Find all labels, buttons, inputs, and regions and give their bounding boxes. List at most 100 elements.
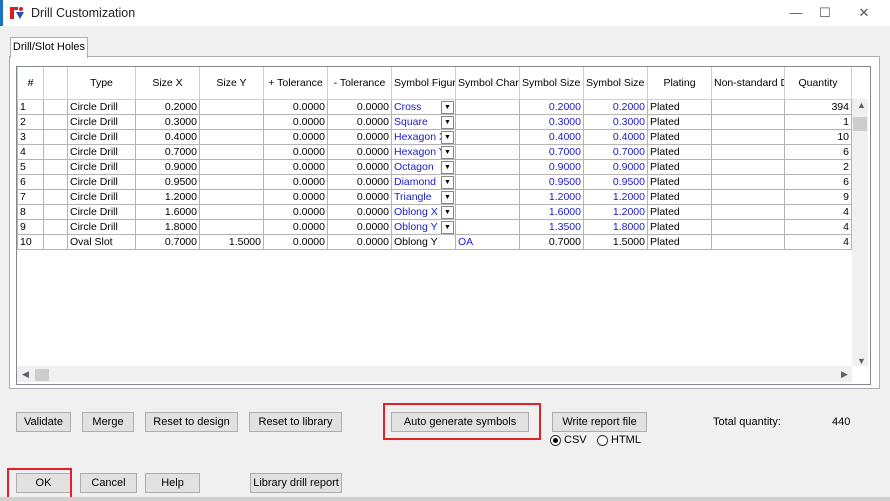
- col-select-cell[interactable]: [43, 99, 68, 115]
- col-symbol-figure-header[interactable]: Symbol Figure: [391, 67, 456, 100]
- dropdown-arrow-icon[interactable]: ▼: [441, 146, 454, 159]
- col-index-cell[interactable]: 8: [17, 204, 44, 220]
- col-size-y-cell[interactable]: [199, 219, 264, 235]
- col-select-cell[interactable]: [43, 219, 68, 235]
- col-plating-cell[interactable]: Plated: [647, 189, 712, 205]
- col-plus-tol-cell[interactable]: 0.0000: [263, 129, 328, 145]
- col-select-cell[interactable]: [43, 129, 68, 145]
- col-quantity-cell[interactable]: 2: [784, 159, 852, 175]
- col-quantity-cell[interactable]: 10: [784, 129, 852, 145]
- col-minus-tol-cell[interactable]: 0.0000: [327, 174, 392, 190]
- col-index-cell[interactable]: 1: [17, 99, 44, 115]
- col-index-cell[interactable]: 9: [17, 219, 44, 235]
- col-size-y-cell[interactable]: [199, 99, 264, 115]
- col-type-cell[interactable]: Circle Drill: [67, 174, 136, 190]
- col-plating-cell[interactable]: Plated: [647, 174, 712, 190]
- col-size-y-cell[interactable]: 1.5000: [199, 234, 264, 250]
- cancel-button[interactable]: Cancel: [80, 473, 137, 493]
- col-size-x-cell[interactable]: 0.7000: [135, 234, 200, 250]
- help-button[interactable]: Help: [145, 473, 200, 493]
- col-index-cell[interactable]: 10: [17, 234, 44, 250]
- col-symbol-figure-cell[interactable]: Octagon ▼: [391, 159, 456, 175]
- col-size-x-cell[interactable]: 0.3000: [135, 114, 200, 130]
- col-plus-tol-cell[interactable]: 0.0000: [263, 114, 328, 130]
- col-nonstandard-cell[interactable]: [711, 99, 785, 115]
- horizontal-scroll-thumb[interactable]: [35, 369, 49, 381]
- col-select-cell[interactable]: [43, 174, 68, 190]
- dropdown-arrow-icon[interactable]: ▼: [441, 161, 454, 174]
- col-plating-cell[interactable]: Plated: [647, 234, 712, 250]
- col-index-cell[interactable]: 2: [17, 114, 44, 130]
- col-quantity-header[interactable]: Quantity: [784, 67, 852, 100]
- col-symbol-size-y-cell[interactable]: 0.4000: [583, 129, 648, 145]
- col-plus-tol-cell[interactable]: 0.0000: [263, 174, 328, 190]
- col-symbol-chars-cell[interactable]: OA: [455, 234, 520, 250]
- col-type-cell[interactable]: Circle Drill: [67, 219, 136, 235]
- col-symbol-chars-cell[interactable]: [455, 144, 520, 160]
- table-row[interactable]: 6 Circle Drill 0.9500 0.0000 0.0000 Diamond ▼ 0…: [17, 174, 852, 190]
- col-symbol-figure-cell[interactable]: Oblong Y ▼: [391, 219, 456, 235]
- col-plating-cell[interactable]: Plated: [647, 99, 712, 115]
- col-index-header[interactable]: #: [17, 67, 44, 100]
- col-symbol-size-x-cell[interactable]: 0.7000: [519, 234, 584, 250]
- col-size-y-cell[interactable]: [199, 129, 264, 145]
- scroll-up-icon[interactable]: ▲: [857, 100, 866, 110]
- col-plating-cell[interactable]: Plated: [647, 129, 712, 145]
- col-nonstandard-cell[interactable]: [711, 189, 785, 205]
- col-plus-tol-cell[interactable]: 0.0000: [263, 234, 328, 250]
- col-size-y-cell[interactable]: [199, 174, 264, 190]
- col-minus-tol-cell[interactable]: 0.0000: [327, 219, 392, 235]
- col-size-y-cell[interactable]: [199, 159, 264, 175]
- col-quantity-cell[interactable]: 6: [784, 174, 852, 190]
- col-index-cell[interactable]: 5: [17, 159, 44, 175]
- col-symbol-figure-cell[interactable]: Triangle ▼: [391, 189, 456, 205]
- col-size-x-cell[interactable]: 1.8000: [135, 219, 200, 235]
- col-quantity-cell[interactable]: 1: [784, 114, 852, 130]
- col-quantity-cell[interactable]: 4: [784, 204, 852, 220]
- col-select-cell[interactable]: [43, 204, 68, 220]
- html-radio[interactable]: [597, 435, 608, 446]
- col-select-cell[interactable]: [43, 159, 68, 175]
- col-symbol-chars-cell[interactable]: [455, 114, 520, 130]
- col-plus-tol-header[interactable]: + Tolerance: [263, 67, 328, 100]
- col-nonstandard-cell[interactable]: [711, 129, 785, 145]
- col-symbol-size-y-header[interactable]: Symbol Size Y: [583, 67, 648, 100]
- col-size-x-cell[interactable]: 0.7000: [135, 144, 200, 160]
- table-row[interactable]: 10 Oval Slot 0.7000 1.5000 0.0000 0.0000 Oblon…: [17, 234, 852, 250]
- col-select-cell[interactable]: [43, 189, 68, 205]
- col-symbol-size-x-cell[interactable]: 1.3500: [519, 219, 584, 235]
- col-symbol-size-x-cell[interactable]: 0.3000: [519, 114, 584, 130]
- col-size-x-cell[interactable]: 0.2000: [135, 99, 200, 115]
- horizontal-scrollbar[interactable]: [17, 366, 852, 382]
- col-symbol-size-y-cell[interactable]: 0.9000: [583, 159, 648, 175]
- col-symbol-size-x-cell[interactable]: 0.2000: [519, 99, 584, 115]
- col-size-x-cell[interactable]: 1.6000: [135, 204, 200, 220]
- table-row[interactable]: 4 Circle Drill 0.7000 0.0000 0.0000 Hexagon Y…: [17, 144, 852, 160]
- col-nonstandard-cell[interactable]: [711, 219, 785, 235]
- col-quantity-cell[interactable]: 4: [784, 219, 852, 235]
- vertical-scrollbar[interactable]: [852, 99, 868, 366]
- col-quantity-cell[interactable]: 4: [784, 234, 852, 250]
- col-symbol-size-x-cell[interactable]: 0.9000: [519, 159, 584, 175]
- dropdown-arrow-icon[interactable]: ▼: [441, 101, 454, 114]
- dropdown-arrow-icon[interactable]: ▼: [441, 176, 454, 189]
- col-size-y-cell[interactable]: [199, 189, 264, 205]
- col-plus-tol-cell[interactable]: 0.0000: [263, 189, 328, 205]
- col-nonstandard-header[interactable]: Non-standard Drill: [711, 67, 785, 100]
- col-minus-tol-cell[interactable]: 0.0000: [327, 189, 392, 205]
- write-report-file-button[interactable]: Write report file: [552, 412, 647, 432]
- col-select-cell[interactable]: [43, 234, 68, 250]
- col-plating-header[interactable]: Plating: [647, 67, 712, 100]
- col-symbol-chars-cell[interactable]: [455, 99, 520, 115]
- col-quantity-cell[interactable]: 394: [784, 99, 852, 115]
- col-symbol-size-y-cell[interactable]: 1.2000: [583, 204, 648, 220]
- reset-to-library-button[interactable]: Reset to library: [249, 412, 342, 432]
- scroll-down-icon[interactable]: ▼: [857, 356, 866, 366]
- col-symbol-figure-cell[interactable]: Diamond ▼: [391, 174, 456, 190]
- col-plus-tol-cell[interactable]: 0.0000: [263, 99, 328, 115]
- col-type-cell[interactable]: Oval Slot: [67, 234, 136, 250]
- col-nonstandard-cell[interactable]: [711, 159, 785, 175]
- col-index-cell[interactable]: 7: [17, 189, 44, 205]
- col-size-x-cell[interactable]: 1.2000: [135, 189, 200, 205]
- col-index-cell[interactable]: 4: [17, 144, 44, 160]
